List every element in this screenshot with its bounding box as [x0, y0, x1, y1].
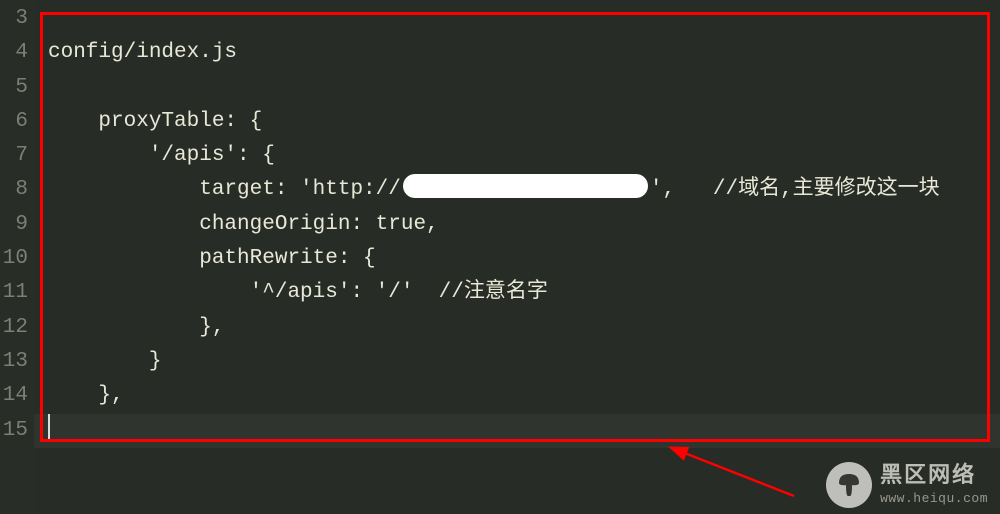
line-number: 4 — [0, 36, 34, 70]
code-line[interactable]: proxyTable: { — [34, 105, 1000, 139]
line-number: 15 — [0, 414, 34, 448]
annotation-arrow — [664, 448, 804, 498]
line-number: 5 — [0, 71, 34, 105]
code-line[interactable]: changeOrigin: true, — [34, 208, 1000, 242]
code-line[interactable] — [34, 2, 1000, 36]
line-number: 3 — [0, 2, 34, 36]
code-line[interactable]: config/index.js — [34, 36, 1000, 70]
code-line[interactable]: }, — [34, 311, 1000, 345]
code-editor[interactable]: 3 4 5 6 7 8 9 10 11 12 13 14 15 config/i… — [0, 0, 1000, 514]
line-number: 12 — [0, 311, 34, 345]
line-number: 7 — [0, 139, 34, 173]
code-line[interactable]: } — [34, 345, 1000, 379]
line-number: 8 — [0, 173, 34, 207]
line-number: 11 — [0, 276, 34, 310]
code-line[interactable] — [34, 71, 1000, 105]
code-line[interactable]: '/apis': { — [34, 139, 1000, 173]
code-line[interactable]: }, — [34, 379, 1000, 413]
line-number: 14 — [0, 379, 34, 413]
line-number: 13 — [0, 345, 34, 379]
code-line[interactable]: '^/apis': '/' //注意名字 — [34, 276, 1000, 310]
code-line[interactable]: pathRewrite: { — [34, 242, 1000, 276]
line-number: 10 — [0, 242, 34, 276]
line-number: 6 — [0, 105, 34, 139]
redacted-domain — [403, 174, 648, 198]
code-line-active[interactable] — [34, 414, 1000, 448]
code-area[interactable]: config/index.js proxyTable: { '/apis': {… — [34, 0, 1000, 514]
line-number-gutter: 3 4 5 6 7 8 9 10 11 12 13 14 15 — [0, 0, 34, 514]
line-number: 9 — [0, 208, 34, 242]
code-line[interactable]: target: 'http://', //域名,主要修改这一块 — [34, 173, 1000, 207]
text-cursor — [48, 414, 50, 440]
